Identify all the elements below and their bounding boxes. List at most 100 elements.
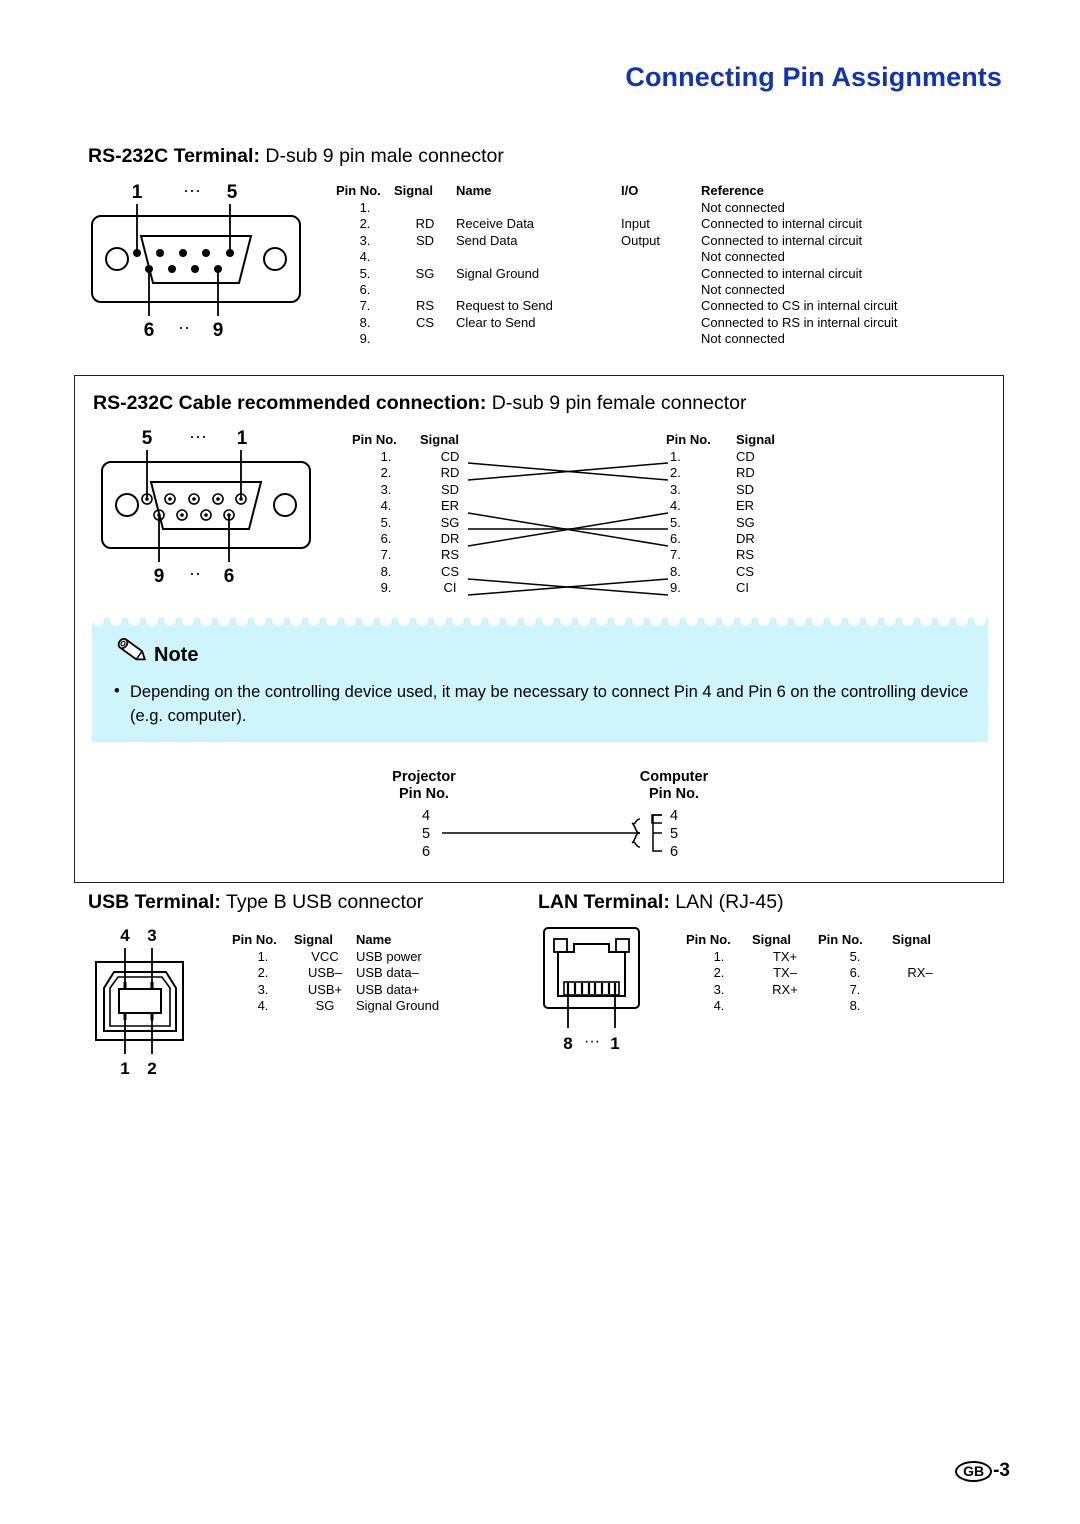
rs232c-cable-heading-bold: RS-232C Cable recommended connection: (93, 392, 487, 414)
col-signal: Signal (394, 183, 434, 198)
usb-pin1-label: 1 (120, 1059, 129, 1078)
cell-signal-right (892, 998, 948, 1014)
cell-name: Signal Ground (456, 265, 540, 281)
note-text: Depending on the controlling device used… (130, 683, 969, 725)
dsub9-male-connector-diagram: 1 ··· 5 6 ·· 9 (84, 176, 334, 348)
cell-name: Signal Ground (356, 998, 440, 1014)
dsub-female-pin9-label: 9 (154, 566, 165, 587)
cell-signal: USB– (308, 965, 342, 981)
lan-terminal-heading-bold: LAN Terminal: (538, 891, 670, 913)
table-row: 8. CS (352, 564, 480, 580)
cell-io (621, 315, 701, 331)
cell-io (621, 266, 701, 282)
cell-pin-right: 7. (849, 981, 861, 997)
bullet-marker: • (114, 682, 120, 700)
lan-terminal-heading: LAN Terminal: LAN (RJ-45) (538, 891, 784, 913)
col-signal: Signal (294, 932, 334, 947)
cell-pin: 1. (359, 200, 371, 215)
cell-signal (394, 282, 456, 298)
table-row: 1. Not connected (336, 200, 898, 216)
cell-signal-left: RX+ (772, 981, 798, 997)
table-row: 4. ER (666, 498, 796, 514)
table-header-row: Pin No. Signal (352, 432, 480, 449)
cell-signal: CS (415, 314, 435, 330)
table-row: 8. CS (666, 564, 796, 580)
cell-pin: 9. (359, 331, 371, 347)
table-row: 4. SG Signal Ground (232, 998, 440, 1014)
cell-signal: RS (736, 547, 755, 563)
cell-pin-left: 2. (713, 965, 725, 981)
rs232c-cable-left-table: Pin No. Signal 1. CD 2. RD 3. SD 4. ER 5. SG … (352, 432, 480, 597)
table-row: 2. USB– USB data– (232, 965, 439, 981)
cell-name (456, 331, 621, 347)
col-reference: Reference (701, 183, 764, 198)
rj45-pin1-label: 1 (610, 1034, 619, 1053)
cell-reference: Connected to CS in internal circuit (701, 298, 898, 314)
cell-pin: 4. (257, 998, 269, 1014)
usb-terminal-table: Pin No. Signal Name 1. VCC USB power 2. USB… (232, 932, 439, 1015)
usb-pin3-label: 3 (147, 926, 156, 945)
cell-pin-right: 6. (849, 965, 861, 981)
cell-signal: CD (736, 449, 755, 464)
cell-signal (394, 331, 456, 347)
table-row: 3. USB+ USB data+ (232, 982, 439, 998)
cell-signal-left (752, 998, 818, 1014)
dsub-male-pin1-label: 1 (132, 182, 143, 203)
cell-pin: 6. (359, 282, 371, 298)
cell-signal: VCC (311, 949, 339, 964)
cell-name: Send Data (456, 232, 518, 248)
col-name: Name (356, 932, 392, 947)
cell-pin: 8. (359, 314, 371, 330)
table-row: 6. DR (352, 531, 480, 547)
table-row: 7. RS (666, 547, 796, 563)
note-scalloped-edge (92, 618, 988, 630)
dsub-female-pin1-label: 1 (237, 428, 248, 449)
cell-reference: Not connected (701, 200, 785, 215)
rs232c-cable-heading-rest: D-sub 9 pin female connector (486, 392, 747, 414)
table-row: 2. RD (352, 465, 480, 481)
table-row: 3. RX+ 7. (686, 982, 948, 998)
rs232c-terminal-heading-bold: RS-232C Terminal: (88, 145, 260, 167)
table-header-row: Pin No. Signal Name I/O Reference (336, 183, 898, 200)
cell-name: USB power (356, 949, 422, 964)
cell-io (621, 282, 701, 298)
page-footer: GB -3 (955, 1460, 1010, 1482)
cell-signal: CI (736, 580, 749, 596)
cell-reference: Connected to internal circuit (701, 265, 863, 281)
rj45-dots: ··· (584, 1033, 600, 1050)
cell-pin: 6. (670, 531, 681, 547)
cell-reference: Not connected (701, 249, 785, 265)
cell-name: USB data– (356, 965, 419, 981)
cell-name: Receive Data (456, 216, 535, 232)
table-header-row: Pin No. Signal (666, 432, 796, 449)
cell-signal-left: TX– (773, 965, 797, 981)
table-row: 4. 8. (686, 998, 948, 1014)
cell-pin: 3. (257, 981, 269, 997)
cell-pin: 8. (380, 563, 392, 579)
col-name: Name (456, 183, 492, 198)
projector-pin-5: 5 (422, 826, 430, 842)
table-row: 7. RS Request to Send Connected to CS in in… (336, 298, 898, 314)
cell-name (456, 200, 621, 216)
cell-pin: 9. (670, 580, 681, 596)
col-signal-right: Signal (736, 432, 776, 447)
table-row: 9. CI (666, 580, 796, 596)
col-pin-no-left: Pin No. (686, 932, 731, 947)
table-row: 1. CD (666, 449, 796, 465)
cell-pin: 6. (380, 531, 392, 547)
col-signal-left: Signal (752, 932, 792, 947)
table-row: 2. RD (666, 465, 796, 481)
table-row: 1. TX+ 5. (686, 949, 948, 965)
cell-pin: 3. (359, 232, 371, 248)
computer-pin-4: 4 (670, 808, 678, 824)
cell-io (621, 249, 701, 265)
dsub-female-pin6-label: 6 (224, 566, 235, 587)
rs232c-cable-heading: RS-232C Cable recommended connection: D-… (93, 392, 747, 414)
cell-signal: SG (415, 265, 435, 281)
cell-pin: 2. (380, 465, 392, 481)
col-signal-right: Signal (892, 932, 932, 947)
usb-terminal-heading-rest: Type B USB connector (220, 891, 424, 913)
table-row: 9. CI (352, 580, 480, 596)
cell-reference: Connected to internal circuit (701, 216, 863, 232)
cell-signal-right: RX– (907, 965, 933, 981)
